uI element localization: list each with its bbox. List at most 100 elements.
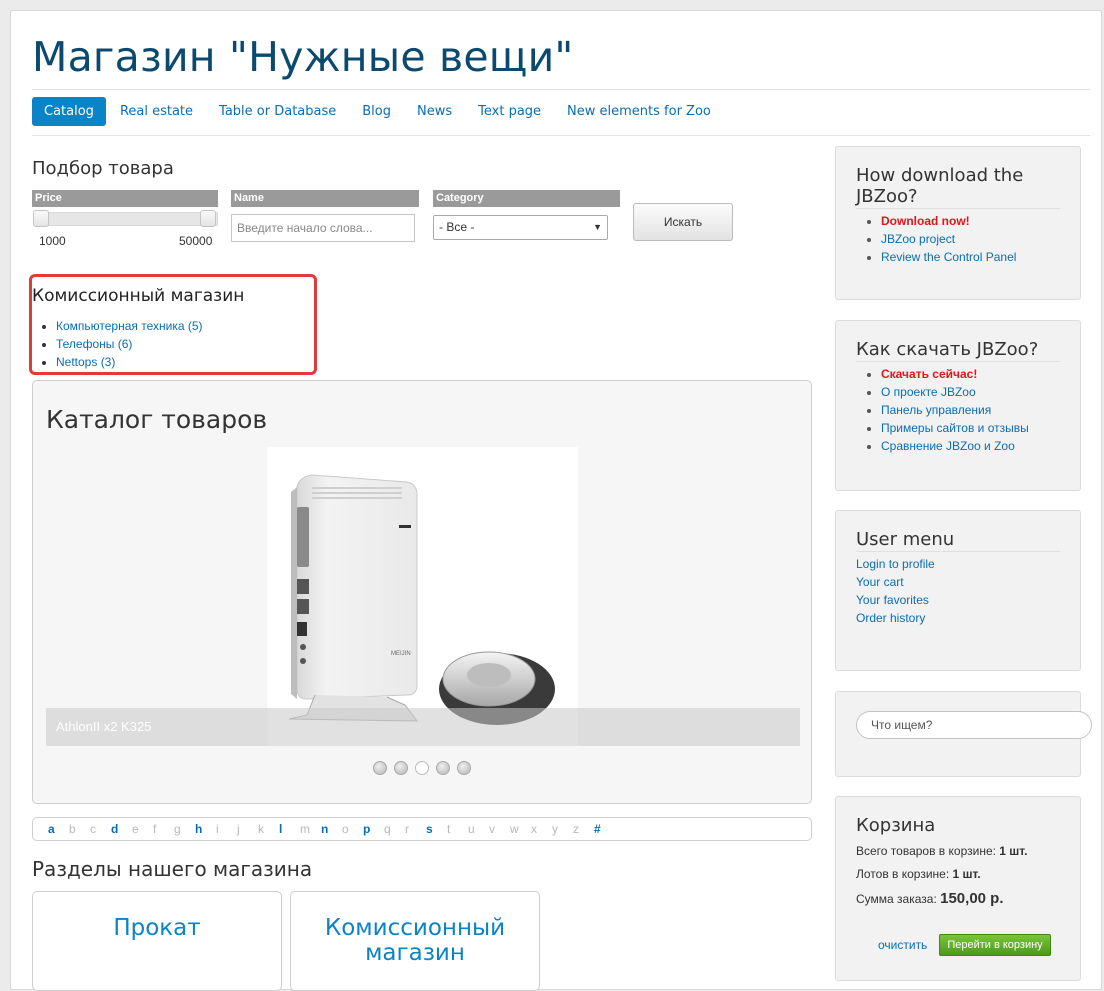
nav-item-blog[interactable]: Blog (350, 97, 403, 126)
search-button[interactable]: Искать (633, 203, 733, 241)
commission-shop-list: Компьютерная техника (5) Телефоны (6) Ne… (39, 317, 203, 371)
module-search: Что ищем? (835, 691, 1092, 777)
alphabet-letter[interactable]: # (594, 822, 615, 836)
alphabet-letter: x (531, 822, 537, 836)
cart-lots: Лотов в корзине: 1 шт. (856, 867, 981, 881)
alphabet-letter[interactable]: a (48, 822, 69, 836)
nav-item-news[interactable]: News (405, 97, 464, 126)
alphabet-letter[interactable]: p (363, 822, 384, 836)
category-select[interactable]: - Все - ▼ (433, 215, 608, 240)
alphabet-letter: v (489, 822, 495, 836)
favorites-link[interactable]: Your favorites (856, 593, 929, 607)
login-link[interactable]: Login to profile (856, 557, 935, 571)
nettop-product-image: MEIJIN (288, 474, 555, 725)
comparison-link[interactable]: Сравнение JBZoo и Zoo (881, 439, 1015, 453)
cart-total-items: Всего товаров в корзине: 1 шт. (856, 844, 1028, 858)
price-slider-track[interactable] (33, 212, 218, 226)
alphabet-letter: u (468, 822, 475, 836)
download-now-ru-link[interactable]: Скачать сейчас! (881, 367, 977, 381)
alphabet-letter[interactable]: d (111, 822, 132, 836)
module-title: User menu (856, 529, 955, 550)
divider (856, 361, 1060, 362)
download-now-link[interactable]: Download now! (881, 214, 970, 228)
module-user-menu: User menu Login to profile Your cart You… (835, 510, 1081, 671)
slider-dot[interactable] (436, 761, 450, 775)
commission-shop-box: Комиссионный магазин Компьютерная техник… (29, 274, 317, 375)
alphabet-letter: k (258, 822, 264, 836)
slider-dot[interactable] (373, 761, 387, 775)
alphabet-letter: z (573, 822, 579, 836)
cart-sum: Сумма заказа: 150,00 р. (856, 890, 1004, 907)
module-title: How download the JBZoo? (856, 165, 1024, 207)
divider (856, 551, 1060, 552)
slider-pagination (373, 761, 471, 775)
slider-dot[interactable] (457, 761, 471, 775)
alphabet-letter[interactable]: h (195, 822, 216, 836)
list-item: О проекте JBZoo (881, 383, 1080, 401)
control-panel-ru-link[interactable]: Панель управления (881, 403, 991, 417)
go-to-cart-button[interactable]: Перейти в корзину (939, 934, 1051, 956)
category-link-nettops[interactable]: Nettops (3) (56, 355, 115, 369)
category-link-phones[interactable]: Телефоны (6) (56, 337, 132, 351)
alphabet-letter[interactable]: s (426, 822, 447, 836)
slide-brand-text: MEIJIN (391, 651, 411, 657)
section-card-title: Прокат (113, 915, 201, 941)
clear-cart-link[interactable]: очистить (878, 938, 927, 952)
module-list: Скачать сейчас! О проекте JBZoo Панель у… (836, 365, 1080, 455)
slide-image[interactable]: MEIJIN (267, 447, 578, 746)
list-item: Nettops (3) (56, 353, 203, 371)
main-nav: Catalog Real estate Table or Database Bl… (32, 97, 725, 126)
dropdown-arrow-icon: ▼ (593, 222, 602, 232)
alphabet-letter: b (69, 822, 76, 836)
alphabet-index: a b c d e f g h i j k l m n o p q r s t u v w x y z # (32, 817, 812, 841)
price-min-handle[interactable] (33, 210, 49, 227)
category-label: Category (433, 190, 620, 207)
alphabet-letter: e (132, 822, 139, 836)
divider (32, 135, 1090, 136)
section-card-commission-shop[interactable]: Комиссионный магазин (290, 891, 540, 991)
list-item: Компьютерная техника (5) (56, 317, 203, 335)
examples-link[interactable]: Примеры сайтов и отзывы (881, 421, 1029, 435)
alphabet-letter: i (216, 822, 219, 836)
slide-caption: AthlonII x2 K325 (46, 708, 800, 746)
slider-dot[interactable] (394, 761, 408, 775)
nav-item-text-page[interactable]: Text page (466, 97, 553, 126)
section-card-rental[interactable]: Прокат (32, 891, 282, 991)
category-link-computers[interactable]: Компьютерная техника (5) (56, 319, 203, 333)
list-item: Телефоны (6) (56, 335, 203, 353)
price-max-value: 50000 (179, 234, 213, 248)
module-cart: Корзина Всего товаров в корзине: 1 шт. Л… (835, 796, 1081, 981)
sections-title: Разделы нашего магазина (32, 857, 313, 881)
alphabet-letter[interactable]: l (279, 822, 300, 836)
about-jbzoo-link[interactable]: О проекте JBZoo (881, 385, 976, 399)
nav-item-real-estate[interactable]: Real estate (108, 97, 205, 126)
control-panel-link[interactable]: Review the Control Panel (881, 250, 1016, 264)
alphabet-letter: o (342, 822, 349, 836)
filter-title: Подбор товара (32, 158, 174, 179)
catalog-slider: Каталог товаров MEIJIN AthlonII x2 K325 (32, 380, 812, 804)
divider (32, 89, 1090, 90)
module-download-en: How download the JBZoo? Download now! JB… (835, 146, 1081, 300)
cart-link[interactable]: Your cart (856, 575, 904, 589)
nav-item-catalog[interactable]: Catalog (32, 97, 106, 126)
module-title: Корзина (856, 815, 936, 836)
alphabet-letter: f (153, 822, 157, 836)
commission-shop-title: Комиссионный магазин (32, 286, 245, 306)
divider (856, 208, 1060, 209)
site-search-input[interactable]: Что ищем? (856, 711, 1092, 739)
alphabet-letter[interactable]: n (321, 822, 342, 836)
name-input[interactable]: Введите начало слова... (231, 214, 415, 242)
alphabet-letter: q (384, 822, 391, 836)
slider-dot-active[interactable] (415, 761, 429, 775)
alphabet-letter: m (300, 822, 310, 836)
alphabet-letter: j (237, 822, 240, 836)
list-item: Download now! (881, 212, 1080, 230)
nav-item-table-or-database[interactable]: Table or Database (207, 97, 348, 126)
nav-item-new-elements[interactable]: New elements for Zoo (555, 97, 723, 126)
list-item: JBZoo project (881, 230, 1080, 248)
jbzoo-project-link[interactable]: JBZoo project (881, 232, 955, 246)
price-max-handle[interactable] (200, 210, 216, 227)
order-history-link[interactable]: Order history (856, 611, 925, 625)
site-title: Магазин "Нужные вещи" (32, 33, 574, 81)
price-min-value: 1000 (39, 234, 66, 248)
